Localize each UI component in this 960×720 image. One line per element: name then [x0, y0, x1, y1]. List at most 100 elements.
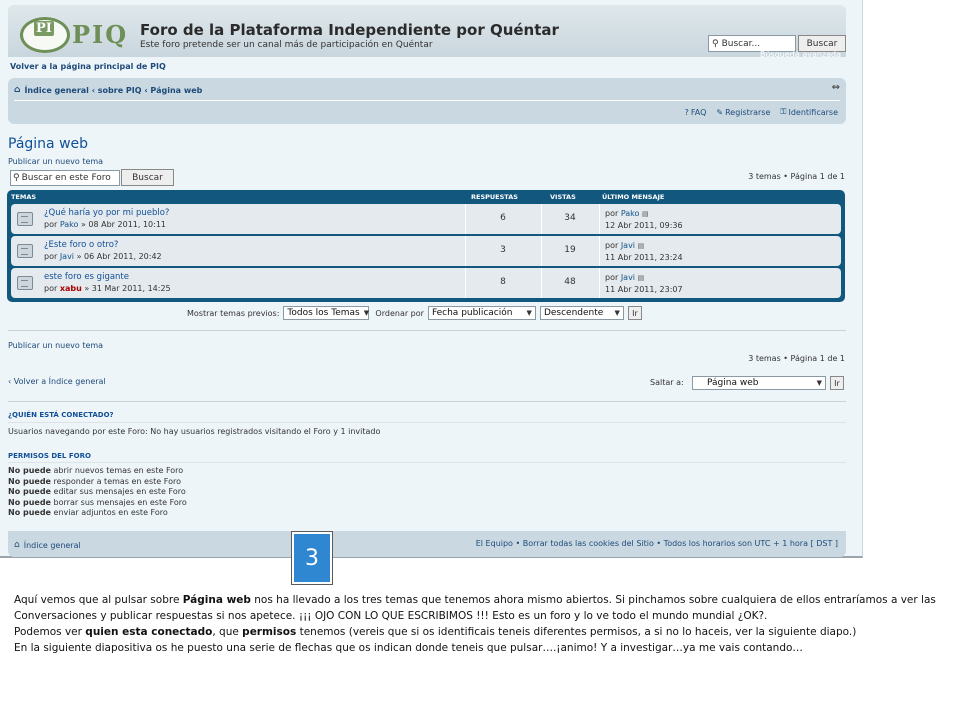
divider [8, 330, 846, 331]
last-by-prefix: por [605, 209, 619, 218]
permission-neg: No puede [8, 477, 51, 486]
permission-text: abrir nuevos temas en este Foro [53, 466, 184, 475]
jump-to-label: Saltar a: [650, 378, 684, 387]
search-icon: ⚲ [712, 38, 719, 49]
caption-line: Podemos ver quien esta conectado, que pe… [14, 624, 954, 640]
table-row: ¿Este foro o otro? por Javi » 06 Abr 201… [11, 236, 841, 266]
view-latest-post-icon[interactable]: ▤ [642, 210, 649, 218]
divider [8, 462, 846, 463]
show-previous-label: Mostrar temas previos: [187, 308, 280, 318]
new-topic-link-bottom[interactable]: Publicar un nuevo tema [8, 341, 103, 350]
permission-item: No puede abrir nuevos temas en este Foro [8, 466, 183, 475]
last-author-link[interactable]: Javi [621, 241, 635, 250]
last-post-date: 12 Abr 2011, 09:36 [605, 221, 683, 230]
caption-bold: Página web [182, 594, 251, 606]
sort-direction-value: Descendente [543, 308, 604, 318]
forum-search-input[interactable]: ⚲ Buscar en este Foro [10, 170, 120, 186]
register-icon: ✎ [716, 107, 724, 117]
cell-divider [599, 236, 600, 266]
advanced-search-link[interactable]: Búsqueda avanzada [760, 50, 841, 59]
last-by-prefix: por [605, 241, 619, 250]
jump-to-select[interactable]: Página web ▼ [692, 376, 826, 390]
search-icon: ⚲ [13, 173, 20, 183]
topic-date: » 31 Mar 2011, 14:25 [84, 284, 171, 293]
last-post-date: 11 Abr 2011, 23:24 [605, 253, 683, 262]
by-prefix: por [44, 252, 58, 261]
topic-title-link[interactable]: ¿Qué haría yo por mi pueblo? [44, 208, 169, 218]
caption-text: Aquí vemos que al pulsar sobre [14, 594, 183, 606]
login-icon: ⚿ [780, 107, 787, 116]
last-post-date: 11 Abr 2011, 23:07 [605, 285, 683, 294]
logo-badge: PI [34, 21, 54, 36]
register-label: Registrarse [725, 107, 771, 117]
topic-title-link[interactable]: ¿Este foro o otro? [44, 240, 118, 250]
permission-text: enviar adjuntos en este Foro [53, 508, 168, 517]
navbar: ⌂ Índice general ‹ sobre PIQ ‹ Página we… [8, 78, 846, 124]
last-post: por Javi ▤ 11 Abr 2011, 23:24 [605, 240, 683, 263]
table-row: ¿Qué haría yo por mi pueblo? por Pako » … [11, 204, 841, 234]
topic-title-link[interactable]: este foro es gigante [44, 272, 129, 282]
sort-direction-select[interactable]: Descendente ▼ [539, 306, 624, 320]
permission-text: editar sus mensajes en este Foro [53, 487, 186, 496]
permission-neg: No puede [8, 498, 51, 507]
back-to-index-label: Volver a Índice general [13, 377, 106, 386]
show-previous-select[interactable]: Todos los Temas ▼ [283, 306, 370, 320]
footer-index-link[interactable]: ⌂ Índice general [14, 540, 81, 550]
user-links: ? FAQ ✎ Registrarse ⚿ Identificarse [685, 107, 838, 117]
back-to-main-link[interactable]: Volver a la página principal de PIQ [10, 62, 166, 71]
view-latest-post-icon[interactable]: ▤ [638, 242, 645, 250]
register-link[interactable]: ✎ Registrarse [716, 107, 770, 117]
chevron-down-icon: ▼ [526, 309, 532, 317]
reply-count: 3 [500, 245, 506, 255]
table-row: este foro es gigante por xabu » 31 Mar 2… [11, 268, 841, 298]
permission-item: No puede responder a temas en este Foro [8, 477, 181, 486]
permission-neg: No puede [8, 508, 51, 517]
who-is-online-text: Usuarios navegando por este Foro: No hay… [8, 427, 381, 436]
forum-search-button[interactable]: Buscar [121, 169, 174, 186]
divider [8, 401, 846, 402]
piq-logo[interactable]: PI PIQ [20, 17, 130, 55]
caption-line: Aquí vemos que al pulsar sobre Página we… [14, 592, 954, 608]
login-label: Identificarse [788, 107, 838, 117]
cell-divider [599, 268, 600, 298]
order-by-select[interactable]: Fecha publicación ▼ [427, 306, 536, 320]
caption-line: En la siguiente diapositiva os he puesto… [14, 642, 803, 654]
topics-table: TEMAS RESPUESTAS VISTAS ÚLTIMO MENSAJE ¿… [7, 190, 845, 302]
font-resize-icon[interactable]: ⇔ [832, 82, 840, 93]
jump-go-button[interactable]: Ir [830, 376, 844, 390]
back-to-index-link[interactable]: ‹ Volver a Índice general [8, 377, 106, 386]
last-author-link[interactable]: Javi [621, 273, 635, 282]
topic-read-icon [17, 244, 33, 258]
faq-link[interactable]: ? FAQ [685, 107, 707, 117]
permission-text: borrar sus mensajes en este Foro [53, 498, 187, 507]
topic-author-link[interactable]: xabu [60, 284, 82, 293]
new-topic-link[interactable]: Publicar un nuevo tema [8, 157, 103, 166]
topic-meta: por Pako » 08 Abr 2011, 10:11 [44, 220, 166, 229]
topic-read-icon [17, 212, 33, 226]
breadcrumb-text[interactable]: Índice general ‹ sobre PIQ ‹ Página web [24, 86, 202, 95]
breadcrumb[interactable]: ⌂ Índice general ‹ sobre PIQ ‹ Página we… [14, 85, 202, 95]
site-footer: ⌂ Índice general El Equipo • Borrar toda… [8, 531, 846, 557]
caption-text: nos ha llevado a los tres temas que tene… [250, 594, 936, 606]
topic-author-link[interactable]: Pako [60, 220, 79, 229]
footer-index-label: Índice general [23, 540, 81, 550]
view-count: 34 [564, 213, 576, 223]
topic-author-link[interactable]: Javi [60, 252, 74, 261]
header-views: VISTAS [550, 193, 576, 201]
site-header: PI PIQ Foro de la Plataforma Independien… [8, 5, 846, 59]
pagination-top: 3 temas • Página 1 de 1 [748, 172, 845, 181]
sort-go-button[interactable]: Ir [627, 306, 642, 320]
logo-text: PIQ [72, 20, 129, 49]
view-count: 48 [564, 277, 576, 287]
who-is-online-heading: ¿QUIÉN ESTÁ CONECTADO? [8, 411, 114, 419]
caption-text: , que [212, 626, 243, 638]
home-icon: ⌂ [14, 85, 21, 95]
footer-links[interactable]: El Equipo • Borrar todas las cookies del… [476, 539, 838, 548]
chevron-down-icon: ▼ [816, 379, 822, 387]
view-count: 19 [564, 245, 576, 255]
site-title: Foro de la Plataforma Independiente por … [140, 21, 559, 39]
forum-search-value: Buscar en este Foro [21, 173, 111, 183]
view-latest-post-icon[interactable]: ▤ [638, 274, 645, 282]
last-author-link[interactable]: Pako [621, 209, 640, 218]
login-link[interactable]: ⚿ Identificarse [780, 107, 838, 117]
